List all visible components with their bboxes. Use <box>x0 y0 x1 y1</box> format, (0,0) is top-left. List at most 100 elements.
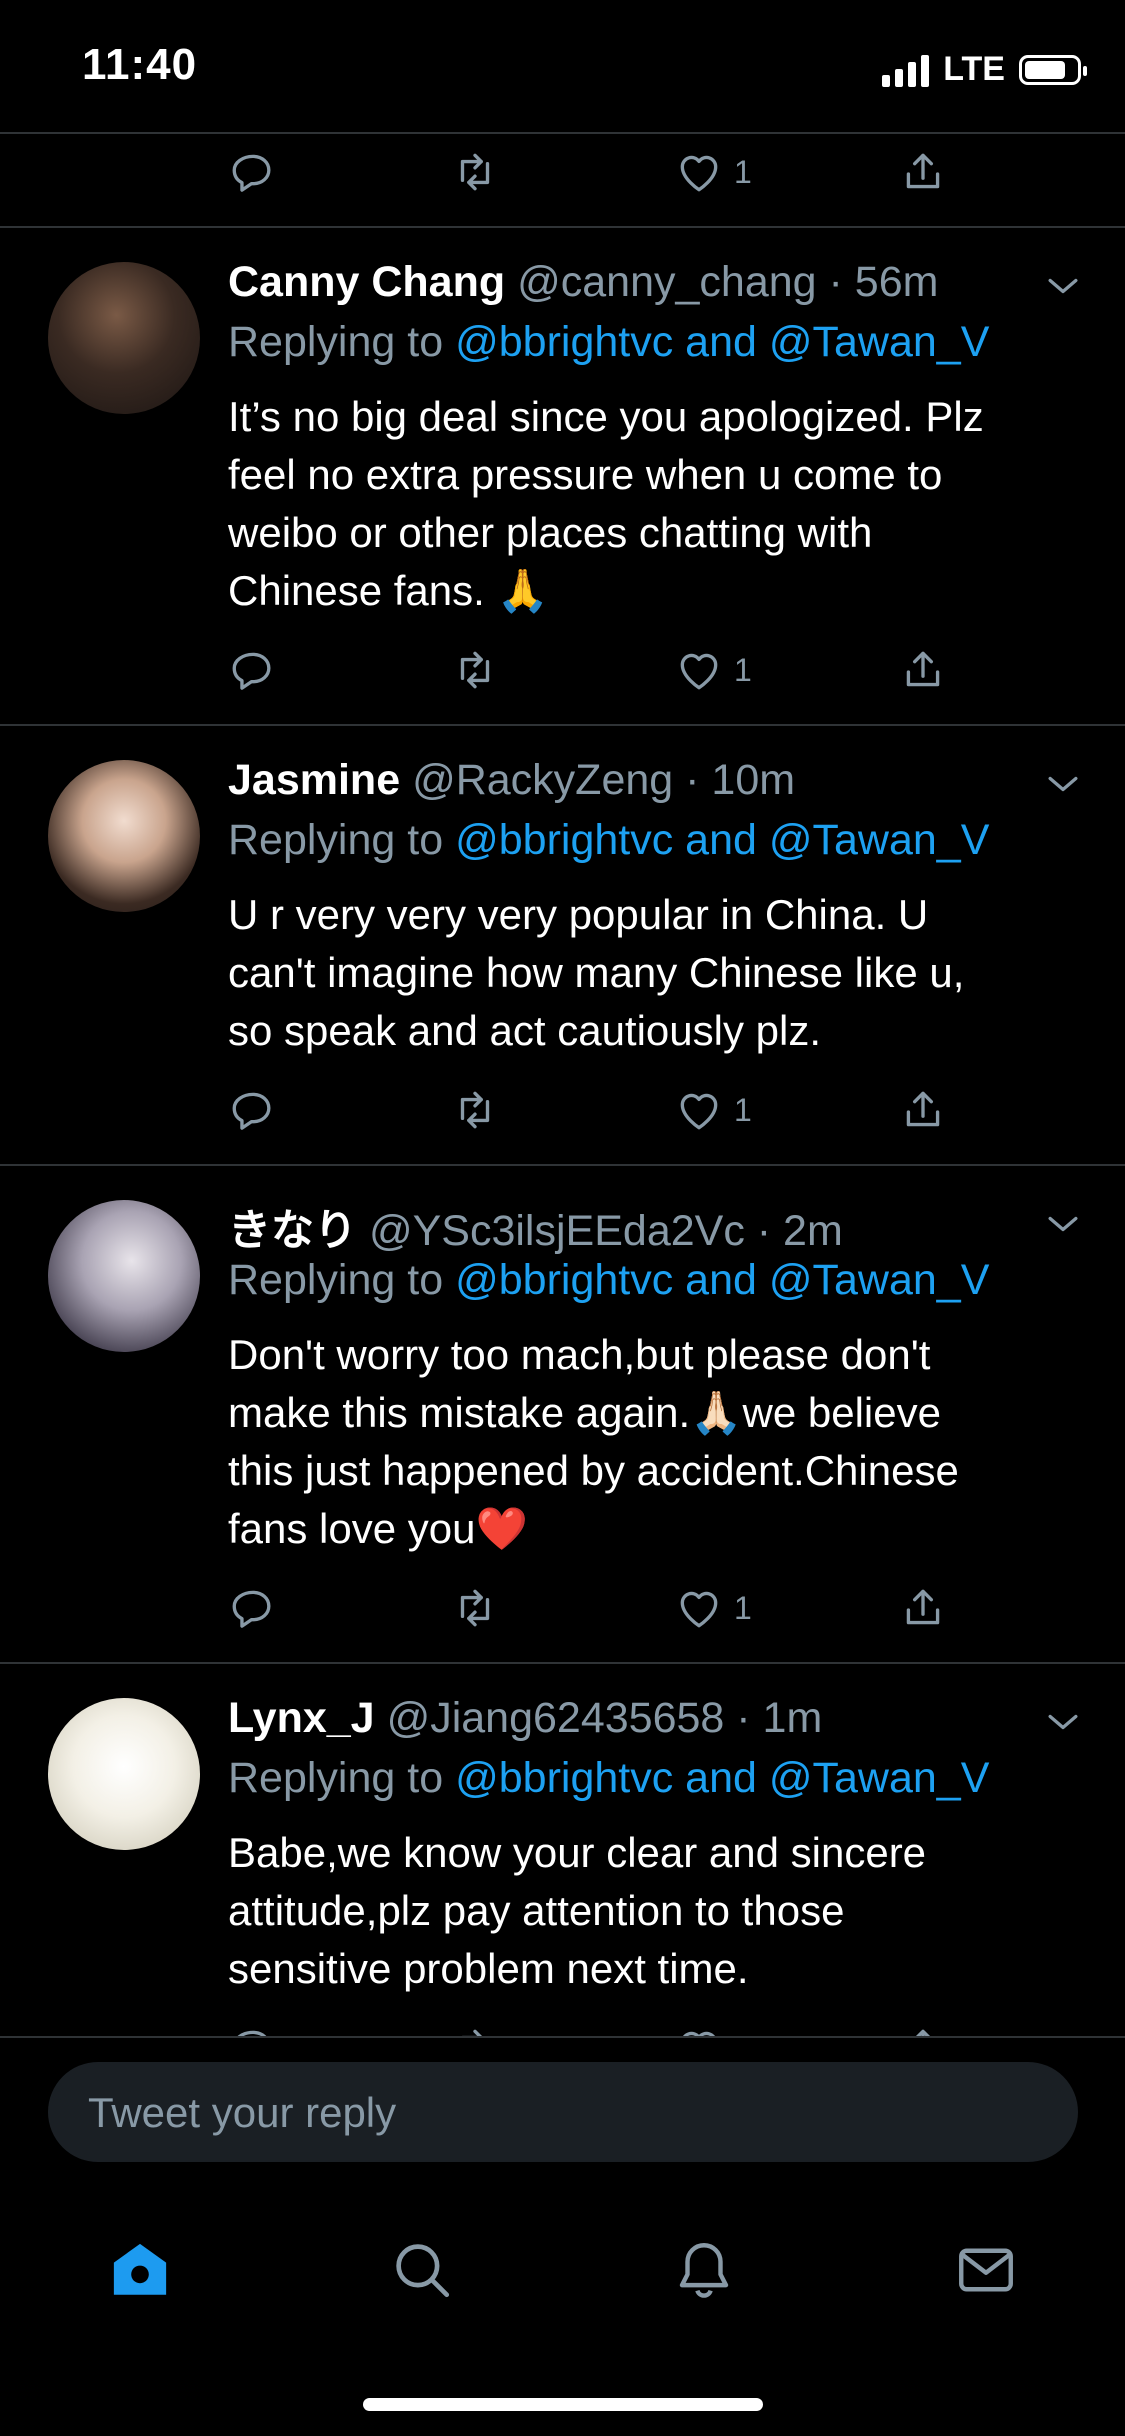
tweet[interactable]: Lynx_J @Jiang62435658 · 1m Replying to @… <box>0 1664 1125 2036</box>
app-screen: 11:40 LTE 1 Canny Chang @canny_chang · 5… <box>0 0 1125 2436</box>
mail-icon <box>959 2248 1013 2292</box>
tweet[interactable]: Canny Chang @canny_chang · 56m Replying … <box>0 228 1125 724</box>
nav-search[interactable] <box>382 2230 462 2310</box>
tweet-time: 1m <box>762 1694 823 1742</box>
bell-icon <box>679 2243 729 2298</box>
replying-label: Replying to <box>228 816 444 864</box>
nav-notifications[interactable] <box>664 2230 744 2310</box>
share-button[interactable] <box>898 640 948 700</box>
share-button[interactable] <box>898 1578 948 1638</box>
dot-separator: · <box>673 756 712 804</box>
tweet-text-line: sensitive problem next time. <box>228 1945 749 1992</box>
share-button[interactable] <box>898 142 948 202</box>
user-handle: @canny_chang <box>517 258 817 306</box>
tweet-header: Jasmine @RackyZeng · 10m <box>228 756 1025 805</box>
replying-to-link[interactable]: @bbrightvc and @Tawan_V <box>455 1754 989 1802</box>
tweet-text-line: attitude,plz pay attention to those <box>228 1887 845 1934</box>
like-count: 1 <box>734 651 752 688</box>
replying-to: Replying to @bbrightvc and @Tawan_V <box>228 318 989 367</box>
divider <box>0 132 1125 134</box>
user-name[interactable]: Lynx_J <box>228 1694 375 1742</box>
tweet-text-line: Babe,we know your clear and sincere <box>228 1829 927 1876</box>
retweet-button[interactable] <box>450 2018 500 2036</box>
retweet-icon <box>462 2029 483 2036</box>
reply-button[interactable] <box>228 1578 278 1638</box>
heart-icon <box>680 1591 718 1628</box>
like-count: 1 <box>734 1091 752 1128</box>
heart-icon <box>680 653 718 690</box>
avatar[interactable] <box>48 1200 200 1352</box>
retweet-icon <box>460 1589 490 1627</box>
retweet-icon <box>460 153 490 191</box>
avatar[interactable] <box>48 1698 200 1850</box>
like-count: 1 <box>734 153 752 190</box>
replying-to-link[interactable]: @bbrightvc and @Tawan_V <box>455 1256 989 1304</box>
reply-button[interactable] <box>228 142 278 202</box>
like-button[interactable]: 1 <box>674 1578 752 1638</box>
share-icon <box>906 1589 940 1625</box>
retweet-button[interactable] <box>450 640 500 700</box>
user-name[interactable]: きなり <box>228 1207 357 1255</box>
status-time: 11:40 <box>82 40 198 89</box>
share-icon <box>906 1091 940 1127</box>
tweet-text-line: feel no extra pressure when u come to <box>228 451 943 498</box>
dot-separator: · <box>744 1207 784 1255</box>
tweet-text: Don't worry too mach,but please don't ma… <box>228 1326 1078 1558</box>
like-button[interactable]: 1 <box>674 640 752 700</box>
status-bar: 11:40 LTE <box>0 0 1125 132</box>
tweet[interactable]: きなり @YSc3ilsjEEda2Vc · 2m Replying to @b… <box>0 1166 1125 1662</box>
reply-button[interactable] <box>228 1080 278 1140</box>
nav-messages[interactable] <box>946 2230 1026 2310</box>
reply-icon <box>232 154 271 192</box>
like-button[interactable] <box>674 2018 734 2036</box>
reply-icon <box>232 652 271 690</box>
like-button[interactable]: 1 <box>674 142 752 202</box>
status-indicators: LTE <box>882 50 1087 89</box>
share-button[interactable] <box>898 2018 948 2036</box>
chevron-down-icon[interactable] <box>1041 1700 1085 1744</box>
retweet-button[interactable] <box>450 1578 500 1638</box>
tweet-text-line: this just happened by accident.Chinese <box>228 1447 959 1494</box>
chevron-down-icon[interactable] <box>1041 1202 1085 1246</box>
tweet-text-line: fans love you❤️ <box>228 1505 528 1552</box>
tweet[interactable]: Jasmine @RackyZeng · 10m Replying to @bb… <box>0 726 1125 1164</box>
user-name[interactable]: Jasmine <box>228 756 400 804</box>
dot-separator: · <box>724 1694 763 1742</box>
tweet-actions: 1 <box>228 142 988 202</box>
avatar[interactable] <box>48 760 200 912</box>
reply-button[interactable] <box>228 2018 278 2036</box>
divider <box>0 2036 1125 2038</box>
chevron-down-icon[interactable] <box>1041 762 1085 806</box>
tweet-actions: 1 <box>228 640 988 700</box>
share-icon <box>915 2029 931 2036</box>
tweet-text-line: U r very very very popular in China. U <box>228 891 929 938</box>
avatar[interactable] <box>48 262 200 414</box>
user-name[interactable]: Canny Chang <box>228 258 505 306</box>
reply-input[interactable] <box>86 2062 1030 2164</box>
signal-icon <box>882 53 930 87</box>
retweet-button[interactable] <box>450 1080 500 1140</box>
tweet-text-line: It’s no big deal since you apologized. P… <box>228 393 984 440</box>
tweet-text-line: Chinese fans. 🙏 <box>228 567 549 614</box>
tweet-header: きなり @YSc3ilsjEEda2Vc · 2m <box>228 1196 1025 1258</box>
retweet-button[interactable] <box>450 142 500 202</box>
reply-box[interactable] <box>48 2062 1078 2164</box>
replying-to-link[interactable]: @bbrightvc and @Tawan_V <box>455 318 989 366</box>
chevron-down-icon[interactable] <box>1041 264 1085 308</box>
share-icon <box>906 153 940 189</box>
tweet-actions: 1 <box>228 1080 988 1140</box>
heart-icon <box>680 1093 718 1130</box>
like-button[interactable]: 1 <box>674 1080 752 1140</box>
tweet-header: Lynx_J @Jiang62435658 · 1m <box>228 1694 1025 1743</box>
share-button[interactable] <box>898 1080 948 1140</box>
replying-to-link[interactable]: @bbrightvc and @Tawan_V <box>455 816 989 864</box>
reply-button[interactable] <box>228 640 278 700</box>
tweet-time: 56m <box>854 258 939 306</box>
heart-icon <box>680 155 718 192</box>
nav-home[interactable] <box>100 2230 180 2310</box>
tweet-text: Babe,we know your clear and sincere atti… <box>228 1824 1078 1998</box>
user-handle: @YSc3ilsjEEda2Vc <box>368 1207 745 1255</box>
home-indicator[interactable] <box>363 2398 763 2411</box>
tweet-text-line: so speak and act cautiously plz. <box>228 1007 822 1054</box>
tweet-actions: 1 <box>228 1578 988 1638</box>
